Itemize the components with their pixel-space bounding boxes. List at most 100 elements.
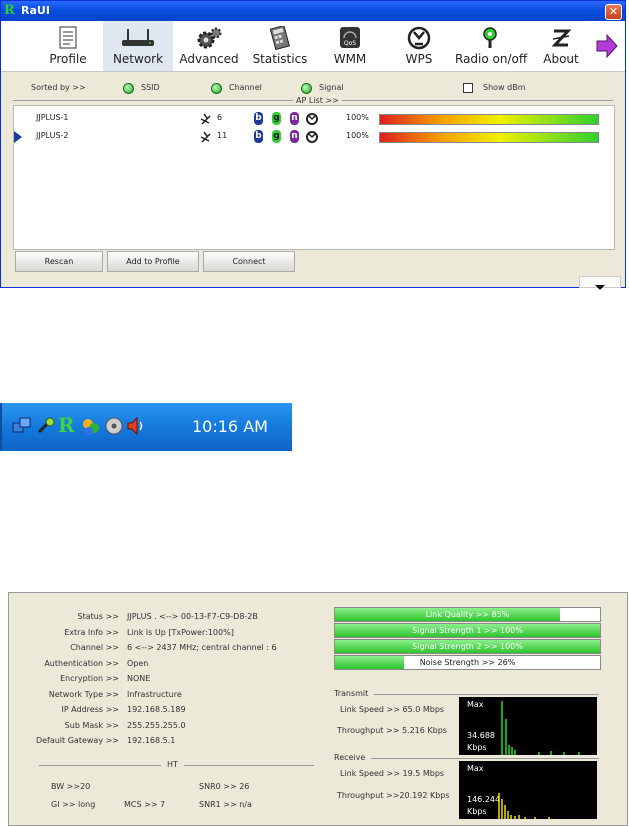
- connect-button[interactable]: Connect: [203, 251, 295, 272]
- svg-text:QoS: QoS: [344, 40, 356, 47]
- about-icon: [551, 29, 572, 47]
- toolbar-wmm-button[interactable]: QoS WMM: [329, 21, 371, 71]
- toolbar-radio-button[interactable]: Radio on/off: [455, 21, 528, 71]
- radio-icon: [483, 27, 497, 48]
- toolbar-label: About: [543, 52, 579, 66]
- close-button[interactable]: ✕: [605, 4, 622, 20]
- toolbar-next-arrow-button[interactable]: [594, 21, 620, 71]
- wmm-qos-icon: QoS: [340, 27, 360, 48]
- toolbar-label: Network: [112, 52, 164, 66]
- toolbar-advanced-button[interactable]: Advanced: [179, 21, 239, 71]
- status-value: 6 <--> 2437 MHz; central channel : 6: [127, 643, 277, 652]
- receive-title: Receive: [334, 753, 366, 762]
- wps-small-icon: [306, 113, 318, 125]
- ap-ssid: JJPLUS-1: [36, 113, 69, 122]
- link-quality-bar: Link Quality >> 85%: [334, 607, 601, 622]
- ap-signal-bar: [379, 132, 599, 143]
- status-key: Sub Mask >>: [64, 720, 119, 730]
- profile-icon: [59, 26, 77, 49]
- sort-ssid-label: SSID: [141, 83, 160, 92]
- raui-logo-icon: R: [4, 3, 15, 18]
- ht-mcs: MCS >> 7: [124, 800, 166, 809]
- channel-icon: [200, 131, 211, 143]
- mode-g-icon: g: [272, 130, 281, 143]
- status-value: 192.168.5.189: [127, 705, 186, 714]
- status-value: Open: [127, 658, 149, 668]
- ap-list-row-selected[interactable]: JJPLUS-2 11 b g n 100%: [14, 129, 612, 145]
- ap-ssid: JJPLUS-2: [36, 131, 69, 140]
- status-key: Channel >>: [70, 643, 119, 652]
- window-title: RaUI: [21, 4, 50, 17]
- tx-graph-plot: [501, 701, 580, 755]
- toolbar-label: Statistics: [252, 52, 308, 66]
- ht-title: HT: [161, 760, 184, 769]
- noise-strength-text: Noise Strength >> 26%: [419, 658, 516, 667]
- link-status-panel: Status >> JJPLUS . <--> 00-13-F7-C9-D8-2B…: [8, 592, 628, 826]
- toolbar-wps-button[interactable]: WPS: [398, 21, 440, 71]
- statistics-icon: [269, 26, 290, 50]
- mode-n-icon: n: [290, 112, 299, 125]
- sort-signal-radio[interactable]: [301, 83, 312, 94]
- colorful-app-icon[interactable]: [80, 416, 102, 438]
- media-disc-icon[interactable]: [104, 416, 124, 436]
- ap-signal-percent: 100%: [346, 113, 369, 122]
- volume-icon[interactable]: [126, 416, 146, 436]
- sorted-by-label: Sorted by >>: [31, 83, 86, 92]
- signal-strength-1-text: Signal Strength 1 >> 100%: [412, 626, 523, 635]
- status-key: Encryption >>: [60, 674, 119, 683]
- tx-link-speed: Link Speed >> 65.0 Mbps: [340, 705, 445, 714]
- ht-snr0: SNR0 >> 26: [199, 782, 250, 791]
- sort-channel-label: Channel: [229, 83, 262, 92]
- add-to-profile-button[interactable]: Add to Profile: [107, 251, 199, 272]
- status-key: Network Type >>: [48, 689, 119, 699]
- signal-strength-2-text: Signal Strength 2 >> 100%: [412, 642, 523, 651]
- toolbar-label: Radio on/off: [455, 52, 528, 66]
- show-dbm-checkbox[interactable]: [463, 83, 473, 93]
- toolbar-statistics-button[interactable]: Statistics: [251, 21, 309, 71]
- ap-signal-percent: 100%: [346, 131, 369, 140]
- raui-window: R RaUI ✕ Profile Network Advanced Statis…: [0, 0, 626, 290]
- network-router-icon: [122, 29, 154, 46]
- mode-b-icon: b: [254, 130, 263, 143]
- raui-tray-icon[interactable]: R: [58, 413, 75, 437]
- toolbar-label: WPS: [405, 52, 433, 66]
- status-key: Default Gateway >>: [35, 736, 119, 745]
- toolbar: Profile Network Advanced Statistics QoS …: [1, 21, 625, 72]
- channel-icon: [200, 113, 211, 125]
- ap-channel: 6: [217, 113, 223, 122]
- wps-icon: [407, 26, 431, 50]
- rx-throughput: Throughput >>20.192 Kbps: [337, 791, 450, 800]
- ap-channel: 11: [217, 131, 228, 140]
- ap-list-row[interactable]: JJPLUS-1 6 b g n 100%: [14, 111, 612, 127]
- noise-strength-bar: Noise Strength >> 26%: [334, 655, 601, 670]
- status-key: Authentication >>: [44, 658, 119, 668]
- sort-ssid-radio[interactable]: [123, 83, 134, 94]
- title-bar[interactable]: R RaUI ✕: [1, 1, 625, 21]
- expand-status-button[interactable]: [579, 276, 621, 290]
- rx-link-speed: Link Speed >> 19.5 Mbps: [340, 769, 445, 778]
- mode-b-icon: b: [254, 112, 263, 125]
- selected-row-arrow-icon: [14, 131, 22, 143]
- status-key: Extra Info >>: [64, 627, 119, 637]
- tx-throughput-graph: Max 34.688 Kbps: [459, 697, 597, 755]
- wireless-utility-icon[interactable]: [36, 416, 56, 436]
- rescan-button[interactable]: Rescan: [15, 251, 103, 272]
- status-value: Infrastructure: [127, 689, 182, 699]
- status-value: 255.255.255.0: [127, 720, 186, 730]
- clock-time[interactable]: 10:16 AM: [192, 417, 268, 436]
- toolbar-network-button[interactable]: Network: [103, 21, 173, 71]
- network-connections-icon[interactable]: [12, 416, 32, 436]
- toolbar-about-button[interactable]: About: [541, 21, 581, 71]
- ap-list[interactable]: JJPLUS-1 6 b g n 100% JJPLUS-2 11 b g n …: [13, 105, 615, 250]
- ap-signal-bar: [379, 114, 599, 125]
- sort-channel-radio[interactable]: [211, 83, 222, 94]
- mode-g-icon: g: [272, 112, 281, 125]
- wps-small-icon: [306, 131, 318, 143]
- receive-divider: [371, 758, 599, 759]
- advanced-gears-icon: [197, 27, 222, 49]
- toolbar-profile-button[interactable]: Profile: [41, 21, 95, 71]
- signal-strength-1-bar: Signal Strength 1 >> 100%: [334, 623, 601, 638]
- arrow-right-icon: [596, 33, 618, 59]
- transmit-divider: [374, 694, 599, 695]
- ap-list-label: AP List >>: [293, 96, 342, 105]
